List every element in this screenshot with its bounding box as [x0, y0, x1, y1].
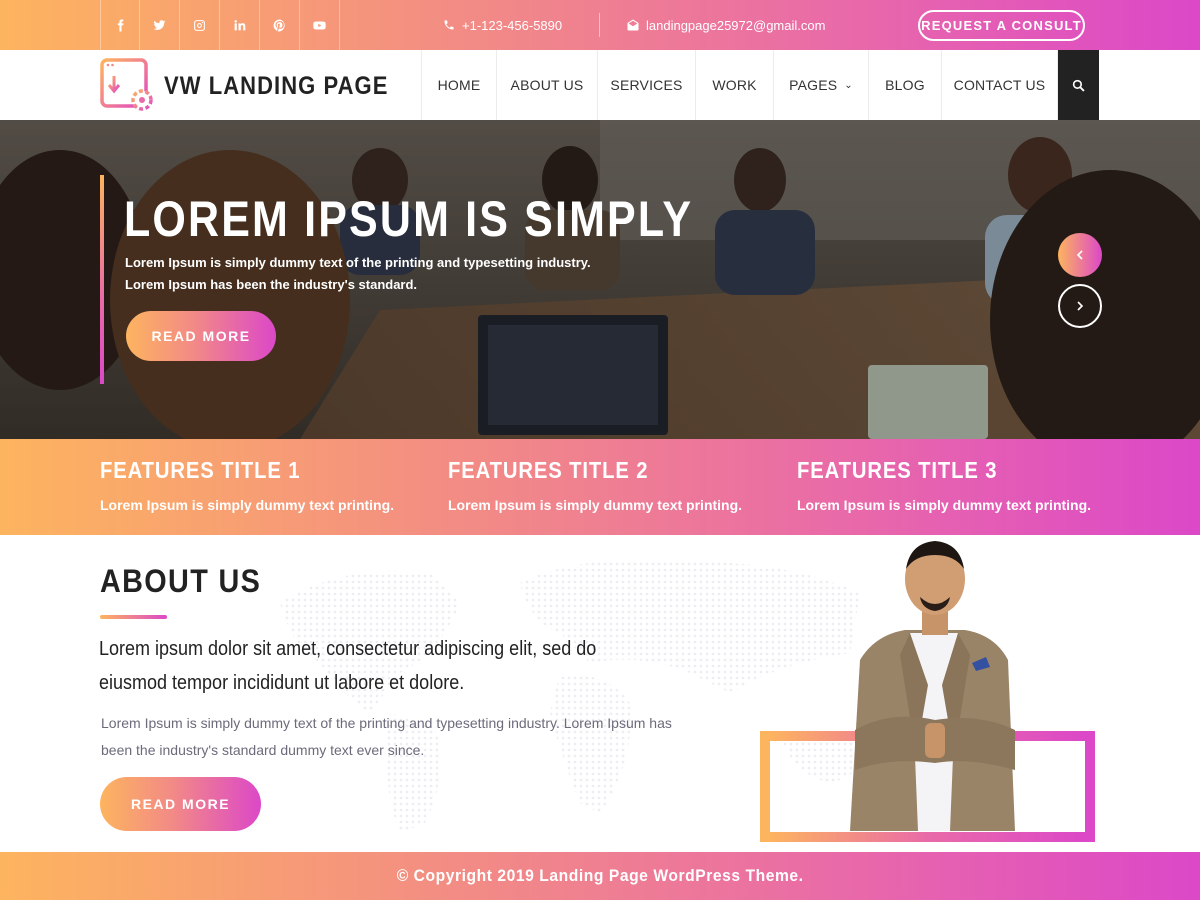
pinterest-icon[interactable]: [260, 0, 300, 50]
nav-label: SERVICES: [610, 77, 683, 93]
nav-label: PAGES: [789, 77, 838, 93]
phone-contact[interactable]: +1-123-456-5890: [443, 0, 562, 50]
about-read-more-button[interactable]: READ MORE: [100, 777, 261, 831]
hero-line-1: Lorem Ipsum is simply dummy text of the …: [125, 255, 591, 270]
nav-item-home[interactable]: HOME: [421, 50, 496, 120]
feature-title[interactable]: FEATURES TITLE 2: [448, 457, 648, 484]
nav-item-pages[interactable]: PAGES ⌄: [773, 50, 868, 120]
email-contact[interactable]: landingpage25972@gmail.com: [627, 0, 825, 50]
logo-text: VW LANDING PAGE: [164, 71, 389, 100]
envelope-icon: [627, 19, 639, 31]
chevron-left-icon: [1076, 250, 1083, 260]
nav-label: ABOUT US: [510, 77, 584, 93]
nav-item-about-us[interactable]: ABOUT US: [496, 50, 597, 120]
about-title-underline: [100, 615, 167, 619]
search-button[interactable]: [1058, 50, 1099, 120]
contact-divider: [599, 13, 600, 37]
hero-accent-bar: [100, 175, 104, 384]
site-logo[interactable]: VW LANDING PAGE: [100, 58, 419, 114]
youtube-icon[interactable]: [300, 0, 340, 50]
hero-line-2: Lorem Ipsum has been the industry's stan…: [125, 277, 418, 292]
nav-label: WORK: [712, 77, 757, 93]
feature-text: Lorem Ipsum is simply dummy text printin…: [100, 497, 395, 513]
features-strip: FEATURES TITLE 1 Lorem Ipsum is simply d…: [0, 439, 1200, 535]
chevron-right-icon: [1077, 301, 1084, 311]
phone-number: +1-123-456-5890: [462, 17, 563, 33]
site-footer: © Copyright 2019 Landing Page WordPress …: [0, 852, 1200, 900]
social-links: [100, 0, 340, 50]
about-lead-text: Lorem ipsum dolor sit amet, consectetur …: [99, 638, 597, 694]
feature-title[interactable]: FEATURES TITLE 3: [797, 457, 997, 484]
chevron-down-icon: ⌄: [844, 79, 853, 91]
search-icon: [1072, 79, 1085, 92]
about-title: ABOUT US: [100, 563, 262, 599]
top-bar: +1-123-456-5890 landingpage25972@gmail.c…: [0, 0, 1200, 50]
slider-next-button[interactable]: [1058, 284, 1102, 328]
man-portrait-image: [850, 541, 1015, 831]
linkedin-icon[interactable]: [220, 0, 260, 50]
nav-item-contact-us[interactable]: CONTACT US: [941, 50, 1058, 120]
about-section: ABOUT US Lorem ipsum dolor sit amet, con…: [0, 535, 1200, 852]
phone-icon: [444, 20, 454, 30]
hero-title: LOREM IPSUM IS SIMPLY: [124, 191, 694, 247]
email-address: landingpage25972@gmail.com: [646, 17, 826, 33]
logo-icon: [100, 58, 153, 111]
facebook-icon[interactable]: [100, 0, 140, 50]
nav-label: CONTACT US: [953, 77, 1046, 93]
nav-item-blog[interactable]: BLOG: [868, 50, 941, 120]
feature-title[interactable]: FEATURES TITLE 1: [100, 457, 300, 484]
hero-read-more-button[interactable]: READ MORE: [126, 311, 276, 361]
feature-text: Lorem Ipsum is simply dummy text printin…: [797, 497, 1092, 513]
hero-slider: LOREM IPSUM IS SIMPLY Lorem Ipsum is sim…: [0, 120, 1200, 439]
nav-item-work[interactable]: WORK: [695, 50, 773, 120]
copyright-text: © Copyright 2019 Landing Page WordPress …: [396, 866, 804, 885]
slider-prev-button[interactable]: [1058, 233, 1102, 277]
site-header: VW LANDING PAGE HOME ABOUT US SERVICES W…: [0, 50, 1200, 120]
feature-text: Lorem Ipsum is simply dummy text printin…: [448, 497, 743, 513]
twitter-icon[interactable]: [140, 0, 180, 50]
nav-label: HOME: [437, 77, 481, 93]
nav-item-services[interactable]: SERVICES: [597, 50, 695, 120]
request-consult-button[interactable]: REQUEST A CONSULT: [918, 10, 1085, 41]
instagram-icon[interactable]: [180, 0, 220, 50]
main-nav: HOME ABOUT US SERVICES WORK PAGES ⌄ BLOG …: [421, 50, 1058, 120]
hero-description: Lorem Ipsum is simply dummy text of the …: [125, 252, 645, 296]
about-body-text: Lorem Ipsum is simply dummy text of the …: [101, 715, 672, 758]
nav-label: BLOG: [885, 77, 925, 93]
